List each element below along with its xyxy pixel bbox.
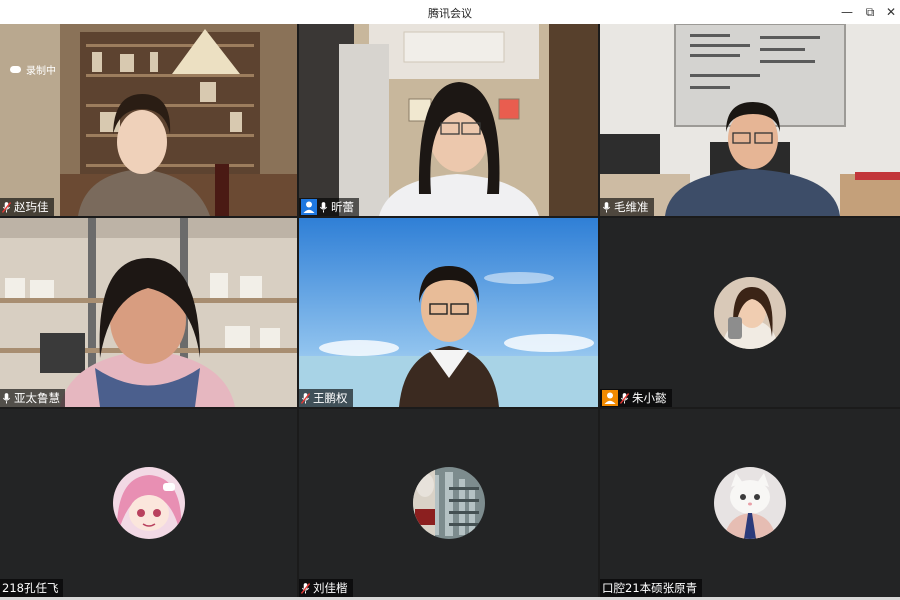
- mic-muted-icon: [620, 393, 629, 404]
- mic-muted-icon: [301, 583, 310, 594]
- mic-muted-icon: [2, 202, 11, 213]
- participant-name: 毛维准: [614, 200, 649, 214]
- participant-tile[interactable]: 218孔任飞: [0, 409, 297, 597]
- participant-name-tag: 218孔任飞: [0, 579, 64, 597]
- participant-name-tag: 毛维准: [600, 198, 654, 216]
- participant-name-tag: 昕蕾: [299, 198, 359, 216]
- participant-badge-icon: [602, 390, 618, 406]
- participant-name: 王鹏权: [313, 391, 348, 405]
- restore-icon[interactable]: ⧉: [861, 3, 879, 21]
- participant-avatar: [714, 467, 786, 539]
- video-feed: [299, 24, 598, 216]
- close-icon[interactable]: ✕: [882, 3, 900, 21]
- participant-tile[interactable]: 毛维准: [600, 24, 900, 216]
- participant-name: 朱小懿: [632, 391, 667, 405]
- participant-name: 刘佳楷: [313, 581, 348, 595]
- avatar-image: [714, 276, 786, 349]
- participant-name-tag: 口腔21本硕张原青: [600, 579, 703, 597]
- mic-icon: [319, 202, 328, 213]
- participant-name: 昕蕾: [331, 200, 354, 214]
- participant-tile[interactable]: 口腔21本硕张原青: [600, 409, 900, 597]
- participant-tile[interactable]: 刘佳楷: [299, 409, 598, 597]
- participant-name: 亚太鲁慧: [14, 391, 60, 405]
- cloud-icon: [10, 66, 21, 73]
- participant-tile[interactable]: 亚太鲁慧: [0, 218, 297, 407]
- mic-icon: [602, 202, 611, 213]
- participant-tile[interactable]: 朱小懿: [600, 218, 900, 407]
- participant-avatar: [714, 276, 786, 349]
- video-feed: [299, 218, 598, 407]
- participant-name-tag: 朱小懿: [600, 389, 672, 407]
- participant-name-tag: 赵玙佳: [0, 198, 54, 216]
- participant-name-tag: 亚太鲁慧: [0, 389, 65, 407]
- participant-tile[interactable]: 昕蕾: [299, 24, 598, 216]
- avatar-image: [412, 467, 485, 539]
- participant-name: 口腔21本硕张原青: [602, 581, 698, 595]
- participant-name: 218孔任飞: [2, 581, 59, 595]
- participant-name-tag: 王鹏权: [299, 389, 353, 407]
- recording-status: 录制中: [10, 62, 56, 77]
- video-grid: 录制中 赵玙佳 昕蕾 毛维准 亚太鲁慧 王鹏权 朱小懿 218孔任飞 刘佳楷 口…: [0, 24, 900, 597]
- avatar-image: [714, 467, 786, 539]
- avatar-image: [112, 467, 185, 539]
- window-title: 腾讯会议: [428, 7, 472, 20]
- mic-icon: [2, 393, 11, 404]
- participant-name: 赵玙佳: [14, 200, 49, 214]
- video-feed: [0, 218, 297, 407]
- title-bar: 腾讯会议 — ⧉ ✕: [0, 0, 900, 24]
- participant-avatar: [112, 467, 185, 539]
- video-feed: [0, 24, 297, 216]
- participant-avatar: [412, 467, 485, 539]
- host-badge-icon: [301, 199, 317, 215]
- participant-tile[interactable]: 王鹏权: [299, 218, 598, 407]
- participant-tile[interactable]: 录制中 赵玙佳: [0, 24, 297, 216]
- mic-muted-icon: [301, 393, 310, 404]
- participant-name-tag: 刘佳楷: [299, 579, 353, 597]
- minimize-icon[interactable]: —: [838, 3, 856, 21]
- video-feed: [600, 24, 900, 216]
